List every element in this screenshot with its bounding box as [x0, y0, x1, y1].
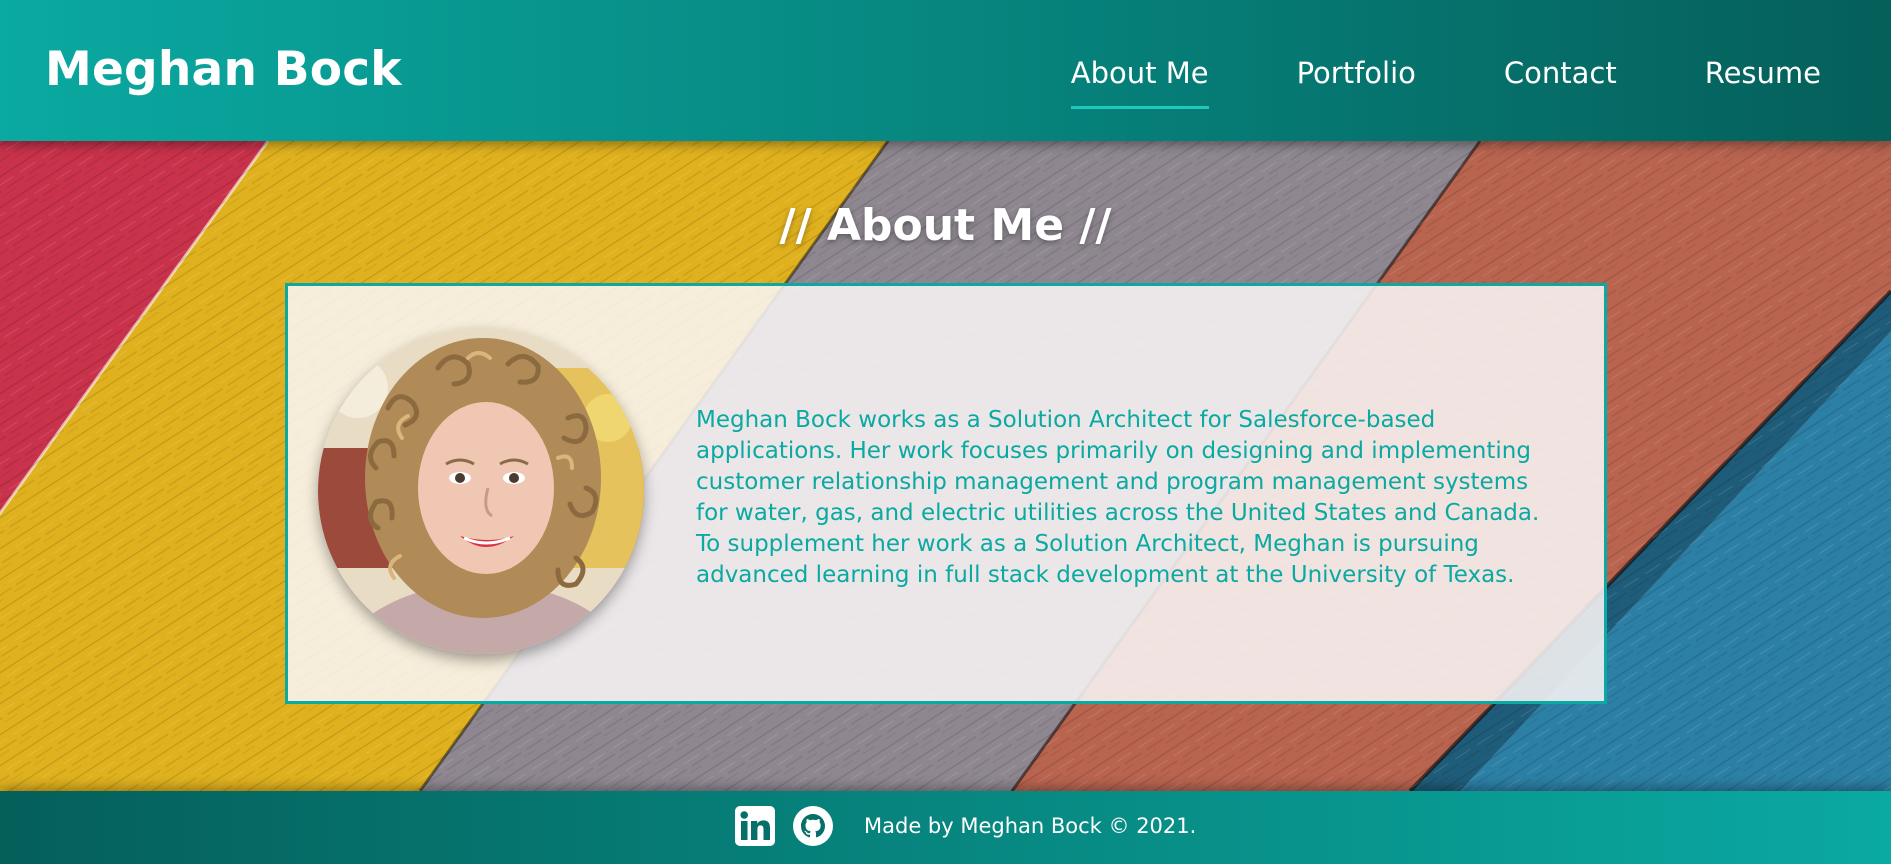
profile-photo: [318, 328, 644, 654]
site-header: Meghan Bock About Me Portfolio Contact R…: [0, 0, 1891, 141]
about-section: // About Me // Meghan Bock works as a So…: [0, 141, 1891, 791]
linkedin-icon: [735, 806, 775, 846]
page: Meghan Bock About Me Portfolio Contact R…: [0, 0, 1891, 864]
github-link[interactable]: [792, 805, 834, 847]
nav-link-about-me[interactable]: About Me: [1070, 50, 1209, 109]
main-nav: About Me Portfolio Contact Resume: [1070, 50, 1821, 109]
linkedin-link[interactable]: [734, 805, 776, 847]
bio-paragraph: Meghan Bock works as a Solution Architec…: [696, 407, 1540, 588]
footer-content: Made by Meghan Bock © 2021.: [734, 802, 1196, 850]
about-card: Meghan Bock works as a Solution Architec…: [285, 283, 1607, 704]
github-icon: [793, 806, 833, 846]
nav-link-portfolio[interactable]: Portfolio: [1297, 50, 1416, 96]
nav-link-contact[interactable]: Contact: [1504, 50, 1617, 96]
section-heading: // About Me //: [779, 200, 1112, 251]
site-footer: Made by Meghan Bock © 2021.: [0, 791, 1891, 864]
footer-credit: Made by Meghan Bock © 2021.: [864, 814, 1197, 838]
nav-link-resume[interactable]: Resume: [1705, 50, 1821, 96]
profile-photo-illustration: [318, 328, 644, 654]
site-title[interactable]: Meghan Bock: [45, 40, 402, 100]
